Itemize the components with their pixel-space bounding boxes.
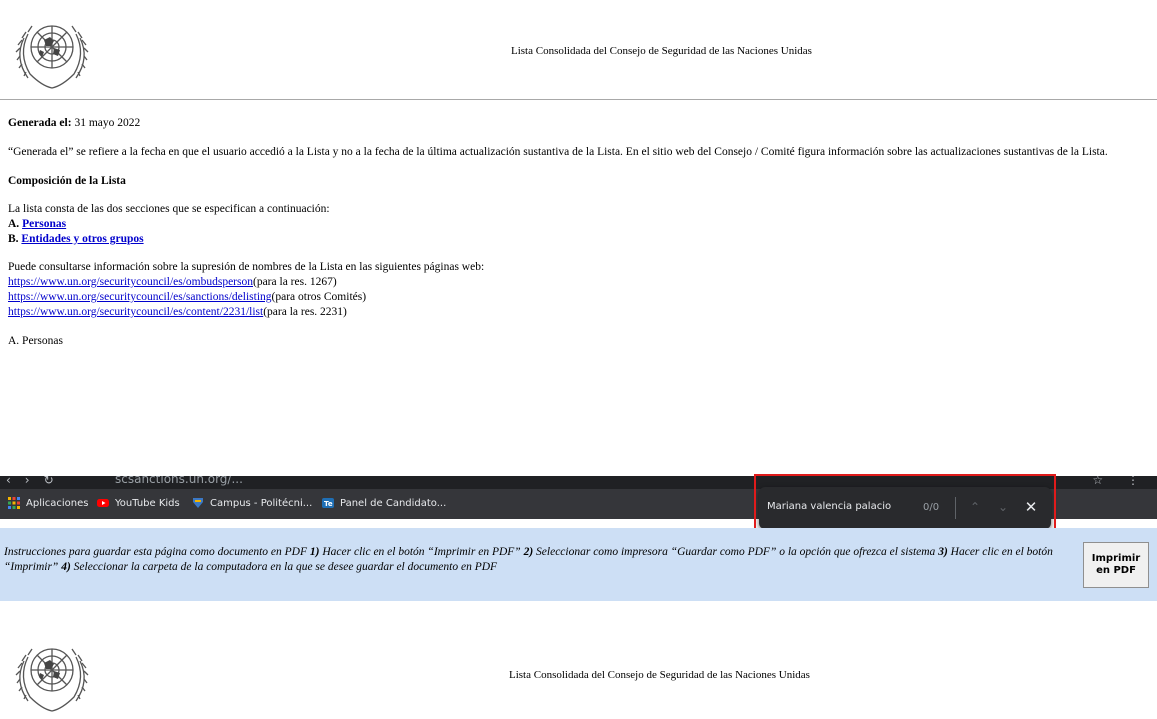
- un-emblem-icon: [15, 25, 89, 89]
- bookmark-campus[interactable]: Campus - Politécni...: [192, 497, 312, 509]
- composition-heading: Composición de la Lista: [8, 175, 126, 187]
- panel-icon: Te: [322, 498, 334, 508]
- step-number: 2): [523, 546, 534, 558]
- campus-icon: [193, 498, 203, 508]
- bookmark-label: Panel de Candidato...: [340, 497, 447, 509]
- highlight-annotation-box: [754, 474, 1056, 531]
- section-a-item: A. Personas: [8, 217, 1148, 232]
- pdf-instructions-panel: Instrucciones para guardar esta página c…: [0, 528, 1157, 601]
- page-header-title: Lista Consolidada del Consejo de Segurid…: [509, 669, 810, 681]
- instructions-segment: Hacer clic en el botón “Imprimir en PDF”: [319, 546, 524, 558]
- step-number: 3): [938, 546, 948, 558]
- section-a-link[interactable]: Personas: [22, 218, 66, 230]
- un-emblem-icon: [15, 648, 89, 712]
- link-note: (para otros Comités): [271, 291, 367, 303]
- generated-date: 31 mayo 2022: [74, 117, 141, 129]
- list-2231-link[interactable]: https://www.un.org/securitycouncil/es/co…: [8, 306, 263, 318]
- page-header-title: Lista Consolidada del Consejo de Segurid…: [511, 45, 812, 57]
- section-b-link[interactable]: Entidades y otros grupos: [21, 233, 143, 245]
- generated-label: Generada el:: [8, 117, 72, 129]
- delisting-intro: Puede consultarse información sobre la s…: [8, 261, 485, 273]
- address-bar[interactable]: scsanctions.un.org/...: [115, 476, 243, 486]
- svg-text:Te: Te: [324, 500, 333, 508]
- link-note: (para la res. 1267): [253, 276, 337, 288]
- print-button-line: Imprimir: [1091, 553, 1141, 564]
- composition-intro: La lista consta de las dos secciones que…: [8, 203, 330, 215]
- link-note: (para la res. 2231): [263, 306, 347, 318]
- section-a-title: A. Personas: [8, 335, 63, 347]
- step-number: 4): [61, 561, 71, 573]
- apps-grid-icon: [8, 497, 20, 509]
- bookmark-label: Aplicaciones: [26, 497, 89, 509]
- document-body: Generada el: 31 mayo 2022 “Generada el” …: [8, 116, 1148, 349]
- generated-line: Generada el: 31 mayo 2022: [8, 116, 1148, 131]
- section-a-prefix: A.: [8, 218, 20, 230]
- pdf-instructions-text: Instrucciones para guardar esta página c…: [4, 545, 1072, 575]
- delisting-link-row: https://www.un.org/securitycouncil/es/om…: [8, 275, 1148, 290]
- header-divider: [0, 99, 1157, 100]
- bookmark-panel-candidato[interactable]: Te Panel de Candidato...: [322, 497, 446, 509]
- generated-note: “Generada el” se refiere a la fecha en q…: [8, 146, 1108, 158]
- section-b-item: B. Entidades y otros grupos: [8, 232, 1148, 247]
- delisting-link-row: https://www.un.org/securitycouncil/es/co…: [8, 305, 1148, 320]
- youtube-kids-icon: [97, 499, 109, 507]
- print-button-line: en PDF: [1096, 565, 1136, 576]
- delisting-link-row: https://www.un.org/securitycouncil/es/sa…: [8, 290, 1148, 305]
- section-b-prefix: B.: [8, 233, 19, 245]
- bookmark-label: YouTube Kids: [115, 497, 180, 509]
- ombudsperson-link[interactable]: https://www.un.org/securitycouncil/es/om…: [8, 276, 253, 288]
- instructions-segment: Seleccionar como impresora “Guardar como…: [533, 546, 939, 558]
- instructions-segment: Instrucciones para guardar esta página c…: [4, 546, 310, 558]
- nav-buttons-icon[interactable]: ‹›↻: [6, 476, 68, 487]
- print-pdf-button[interactable]: Imprimir en PDF: [1083, 542, 1149, 588]
- bookmark-youtube-kids[interactable]: YouTube Kids: [97, 497, 180, 509]
- instructions-segment: Seleccionar la carpeta de la computadora…: [70, 561, 498, 573]
- bookmark-apps[interactable]: Aplicaciones: [8, 497, 88, 509]
- delisting-link[interactable]: https://www.un.org/securitycouncil/es/sa…: [8, 291, 272, 303]
- toolbar-extensions-icon[interactable]: ☆ ⋮: [1092, 476, 1149, 487]
- bookmark-label: Campus - Politécni...: [210, 497, 313, 509]
